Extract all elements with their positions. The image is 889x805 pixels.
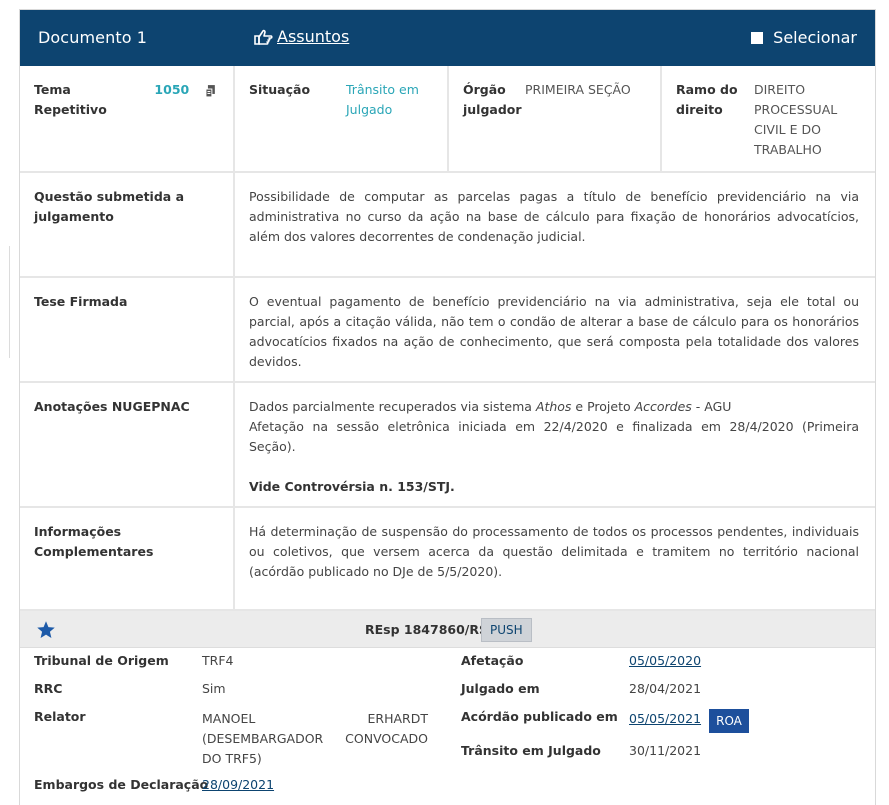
ramo-cell: Ramo do direito DIREITO PROCESSUAL CIVIL… — [662, 66, 875, 171]
afetacao-label: Afetação — [461, 653, 524, 668]
resp-number: REsp 1847860/RS — [365, 622, 488, 637]
select-label: Selecionar — [773, 28, 857, 47]
ramo-value-line1: DIREITO — [754, 82, 806, 97]
ramo-value-line4: TRABALHO — [754, 142, 822, 157]
anotacoes-label: Anotações NUGEPNAC — [20, 383, 235, 506]
orgao-label: Órgão julgador — [463, 80, 522, 157]
info-label-text: Informações Complementares — [34, 524, 154, 559]
tema-number[interactable]: 1050 — [154, 80, 189, 100]
relator-value: MANOEL ERHARDT (DESEMBARGADOR CONVOCADO … — [202, 711, 428, 766]
push-button[interactable]: PUSH — [481, 618, 532, 642]
julgado-label: Julgado em — [461, 681, 540, 696]
orgao-label-line2: julgador — [463, 102, 522, 117]
anotacoes-line2: Afetação na sessão eletrônica iniciada e… — [249, 419, 859, 454]
transito-label: Trânsito em Julgado — [461, 743, 601, 758]
document-title: Documento 1 — [38, 28, 148, 47]
questao-row: Questão submetida a julgamento Possibili… — [20, 173, 875, 278]
roa-button[interactable]: ROA — [709, 709, 749, 733]
questao-text: Possibilidade de computar as parcelas pa… — [249, 189, 859, 244]
tese-label: Tese Firmada — [20, 278, 235, 381]
rrc-label: RRC — [34, 681, 63, 696]
orgao-value: PRIMEIRA SEÇÃO — [525, 82, 631, 97]
acordao-label: Acórdão publicado em — [461, 709, 618, 724]
anotacoes-row: Anotações NUGEPNAC Dados parcialmente re… — [20, 383, 875, 508]
anotacoes-line1-c: e Projeto — [571, 399, 635, 414]
left-guide-line — [9, 246, 10, 358]
acordao-date-link[interactable]: 05/05/2021 — [629, 711, 701, 726]
anotacoes-label-text: Anotações NUGEPNAC — [34, 399, 190, 414]
questao-label: Questão submetida a julgamento — [20, 173, 235, 276]
orgao-label-line1: Órgão — [463, 82, 506, 97]
afetacao-date-link[interactable]: 05/05/2020 — [629, 653, 701, 668]
tema-label: Tema Repetitivo — [34, 82, 107, 117]
tribunal-value: TRF4 — [202, 653, 234, 668]
ramo-label-line2: direito — [676, 102, 723, 117]
assuntos-label: Assuntos — [277, 27, 350, 46]
ramo-value-line2: PROCESSUAL — [754, 102, 838, 117]
pointing-hand-icon — [254, 29, 273, 45]
embargos-label: Embargos de Declaração — [34, 777, 209, 792]
orgao-cell: Órgão julgador PRIMEIRA SEÇÃO — [449, 66, 662, 171]
document-header: Documento 1 Assuntos Selecionar — [20, 10, 875, 66]
info-text: Há determinação de suspensão do processa… — [249, 524, 859, 579]
anotacoes-line1: Dados parcialmente recuperados via siste… — [249, 397, 859, 417]
anotacoes-line1-e: - AGU — [691, 399, 732, 414]
anotacoes-line3: Vide Controvérsia n. 153/STJ. — [249, 479, 455, 494]
tese-row: Tese Firmada O eventual pagamento de ben… — [20, 278, 875, 383]
ramo-value: DIREITO PROCESSUAL CIVIL E DO TRABALHO — [754, 80, 837, 157]
situacao-label: Situação — [249, 82, 311, 97]
info-row: Informações Complementares Há determinaç… — [20, 508, 875, 611]
anotacoes-line1-a: Dados parcialmente recuperados via siste… — [249, 399, 536, 414]
anotacoes-athos: Athos — [535, 399, 572, 414]
transito-value: 30/11/2021 — [629, 743, 702, 758]
assuntos-link[interactable]: Assuntos — [253, 27, 349, 46]
embargos-date-link[interactable]: 28/09/2021 — [202, 777, 274, 792]
questao-label-line2: julgamento — [34, 209, 114, 224]
ramo-label-line1: Ramo do — [676, 82, 738, 97]
star-icon[interactable] — [36, 620, 56, 640]
info-label: Informações Complementares — [20, 508, 235, 609]
situacao-cell: Situação Trânsito em Julgado — [235, 66, 449, 171]
anotacoes-text: Dados parcialmente recuperados via siste… — [235, 383, 875, 506]
anotacoes-accordes: Accordes — [634, 399, 692, 414]
document-card: Documento 1 Assuntos Selecionar Tema Rep… — [19, 9, 876, 805]
tribunal-label: Tribunal de Origem — [34, 653, 169, 668]
pdf-document-icon[interactable] — [203, 83, 219, 99]
julgado-value: 28/04/2021 — [629, 681, 702, 696]
rrc-value: Sim — [202, 681, 226, 696]
questao-label-line1: Questão submetida a — [34, 189, 185, 204]
situacao-value: Trânsito em Julgado — [346, 80, 419, 157]
select-checkbox[interactable] — [751, 31, 764, 44]
processo-bar: REsp 1847860/RS PUSH — [20, 611, 875, 648]
tese-text: O eventual pagamento de benefício previd… — [249, 294, 859, 369]
processo-details: Tribunal de Origem TRF4 RRC Sim Relator … — [20, 648, 875, 798]
select-toggle[interactable]: Selecionar — [751, 28, 857, 47]
ramo-value-line3: CIVIL E DO — [754, 122, 821, 137]
tema-cell: Tema Repetitivo 1050 — [20, 66, 235, 171]
summary-row: Tema Repetitivo 1050 Situação Trânsito e… — [20, 66, 875, 173]
relator-label: Relator — [34, 709, 86, 724]
situacao-value-line1: Trânsito em — [346, 82, 419, 97]
situacao-value-line2: Julgado — [346, 102, 393, 117]
ramo-label: Ramo do direito — [676, 80, 744, 157]
tese-label-text: Tese Firmada — [34, 294, 128, 309]
